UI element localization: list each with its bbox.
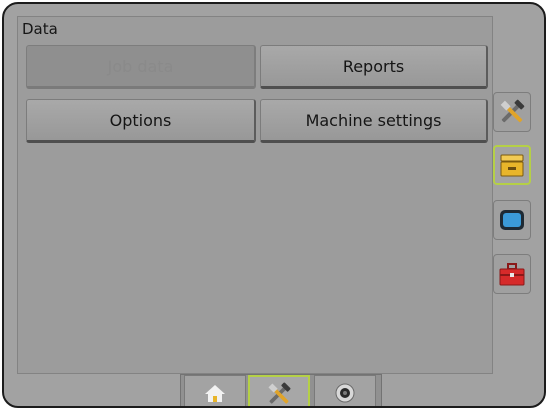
job-data-label: Job data [107,56,174,76]
console-screen: Data Job data Reports Options Machine se… [2,2,546,408]
data-panel: Data Job data Reports Options Machine se… [17,16,493,374]
camera-icon [335,383,355,403]
machine-settings-button[interactable]: Machine settings [260,99,488,143]
side-tab-console[interactable] [493,200,531,240]
side-tab-data[interactable] [493,145,531,185]
panel-title: Data [22,20,58,38]
bottom-tab-camera[interactable] [314,375,376,406]
options-label: Options [109,110,172,130]
reports-button[interactable]: Reports [260,45,488,89]
side-tab-tools[interactable] [493,92,531,132]
toolbox-icon [499,263,525,286]
home-icon [205,385,225,402]
machine-settings-label: Machine settings [305,110,442,130]
bottom-tab-tools[interactable] [248,375,310,406]
options-button[interactable]: Options [26,99,256,143]
job-data-button[interactable]: Job data [26,45,256,89]
side-tab-toolbox[interactable] [493,254,531,294]
tools-icon [268,382,291,404]
console-screen-icon [500,210,524,230]
tools-icon [500,99,525,123]
bottom-tab-home[interactable] [184,375,246,406]
reports-label: Reports [342,56,405,76]
data-drawer-icon [500,154,524,177]
